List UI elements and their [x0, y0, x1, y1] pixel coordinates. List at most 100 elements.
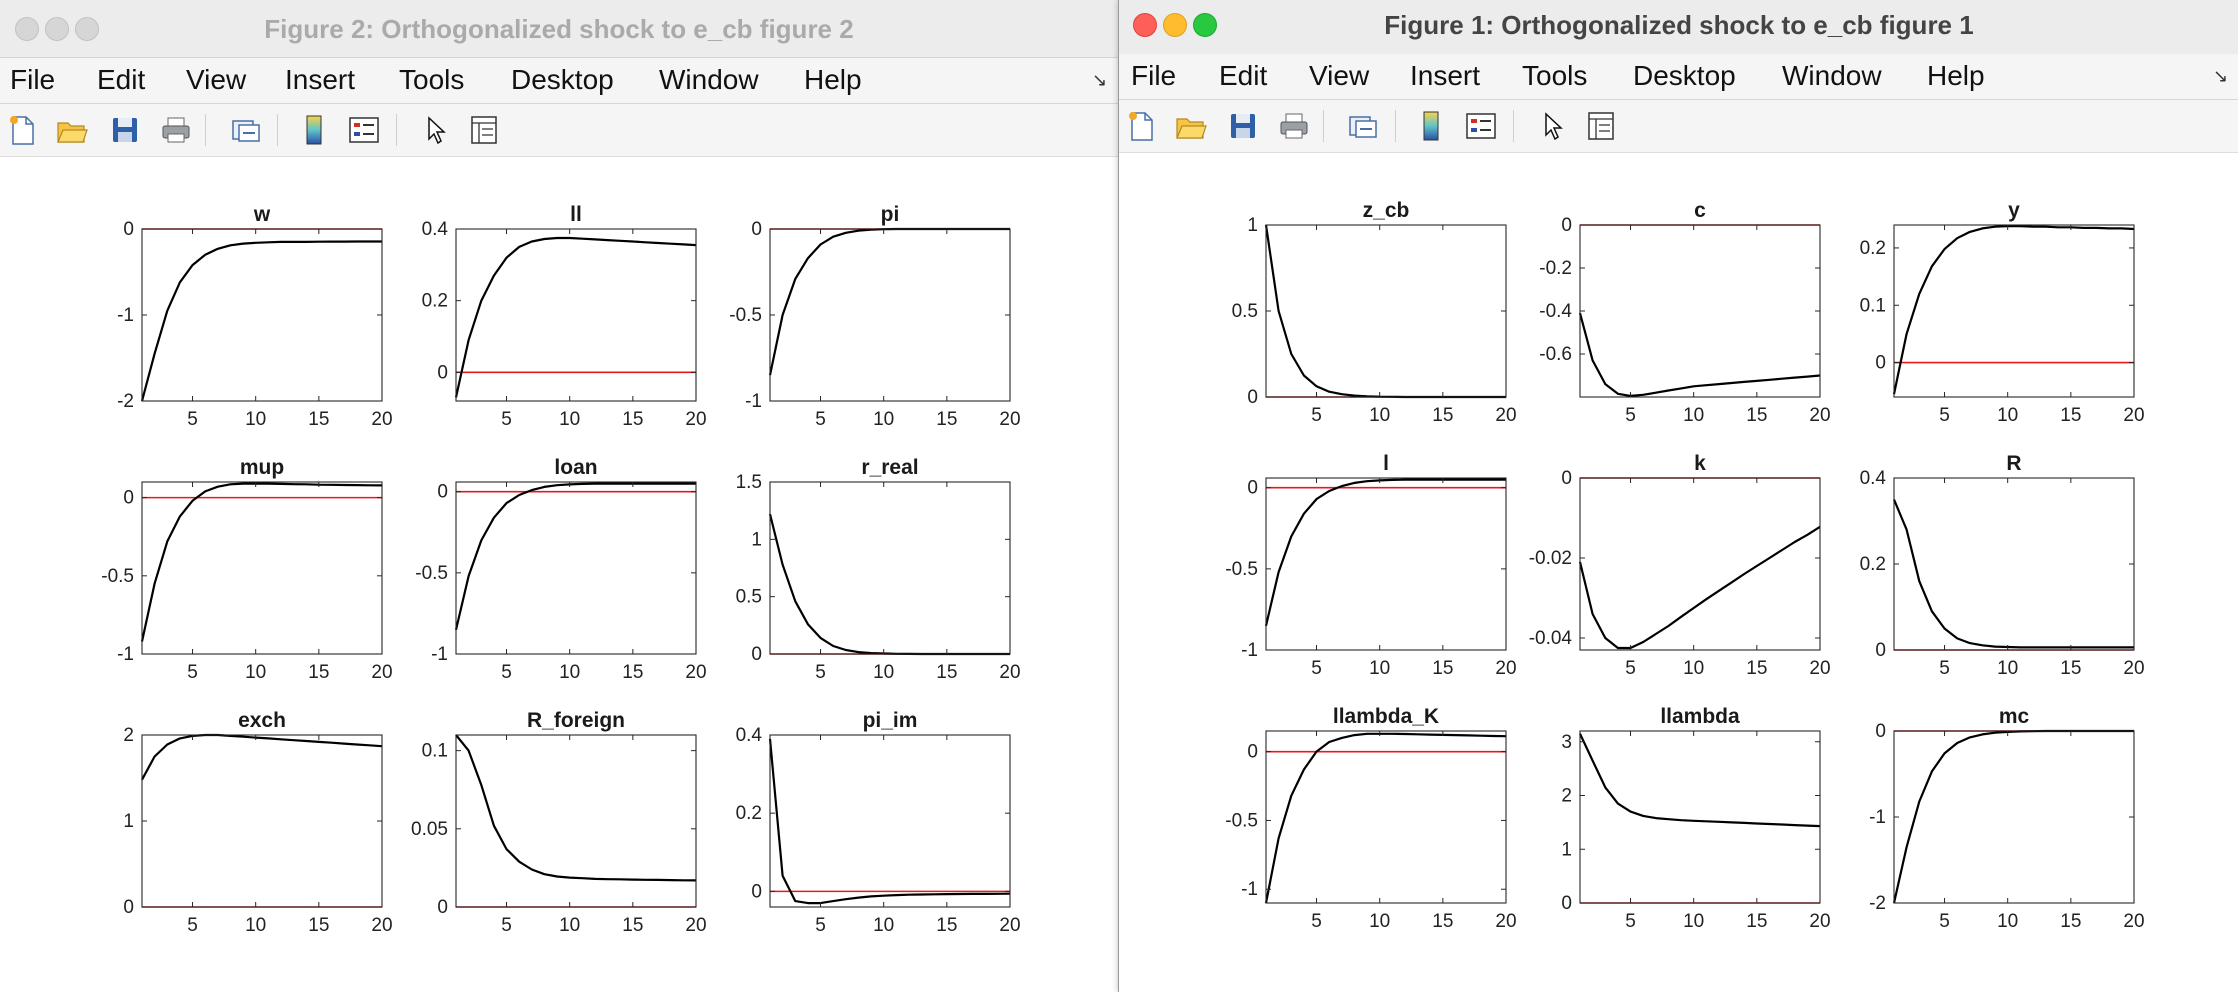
save-icon[interactable]	[1225, 108, 1261, 144]
subplot-k[interactable]: k5 10 15 200-0.02-0.04	[1510, 444, 1831, 684]
x-tick-label: 5	[1625, 658, 1636, 679]
subplot-r-foreign[interactable]: R_foreign5 10 15 200.10.050	[386, 701, 707, 941]
title-bar[interactable]: Figure 2: Orthogonalized shock to e_cb f…	[0, 0, 1118, 58]
toolbar-separator	[1513, 110, 1514, 142]
subplot-l[interactable]: l5 10 15 200-0.5-1	[1196, 444, 1516, 684]
y-tick-label: -1	[1241, 640, 1258, 661]
menu-desktop[interactable]: Desktop	[511, 64, 614, 96]
x-tick-label: 15	[936, 409, 957, 430]
legend-icon[interactable]	[346, 112, 382, 148]
menu-edit[interactable]: Edit	[1219, 60, 1267, 92]
x-tick-label: 20	[2123, 911, 2144, 932]
colorbar-icon[interactable]	[1413, 108, 1449, 144]
menu-insert[interactable]: Insert	[285, 64, 355, 96]
axes-background	[1580, 478, 1820, 650]
menu-help[interactable]: Help	[1927, 60, 1985, 92]
figure-window-1[interactable]: Figure 1: Orthogonalized shock to e_cb f…	[1118, 0, 2238, 992]
legend-icon[interactable]	[1463, 108, 1499, 144]
figure-window-2[interactable]: Figure 2: Orthogonalized shock to e_cb f…	[0, 0, 1118, 992]
y-tick-label: -0.6	[1539, 344, 1572, 365]
y-tick-label: 1	[1561, 839, 1572, 860]
x-tick-label: 5	[501, 915, 512, 936]
axes-background	[770, 482, 1010, 654]
y-tick-label: 0	[751, 644, 762, 665]
x-tick-label: 10	[873, 662, 894, 683]
subplot-z-cb[interactable]: z_cb5 10 15 2010.50	[1196, 191, 1517, 431]
subplot-r-real[interactable]: r_real 5 10 15 20 1.5 1 0.5 0	[700, 448, 1021, 688]
menu-view[interactable]: View	[186, 64, 246, 96]
subplot-mup[interactable]: mup5 10 15 200-0.5-1	[72, 448, 392, 688]
subplot-llambda-k[interactable]: llambda_K5 10 15 200-0.5-1	[1196, 697, 1516, 937]
print-icon[interactable]	[158, 112, 194, 148]
y-tick-label: -0.5	[729, 305, 762, 326]
property-inspector-icon[interactable]	[466, 112, 502, 148]
y-tick-label: 0	[751, 219, 762, 240]
x-tick-label: 15	[1746, 911, 1767, 932]
axes-title: y	[2008, 199, 2020, 222]
x-tick-label: 10	[559, 409, 580, 430]
colorbar-icon[interactable]	[296, 112, 332, 148]
new-figure-icon[interactable]	[1123, 108, 1159, 144]
subplot-llambda[interactable]: llambda5 10 15 203210	[1510, 697, 1830, 937]
x-tick-label: 5	[815, 915, 826, 936]
axes-title: R_foreign	[527, 709, 625, 732]
property-inspector-icon[interactable]	[1583, 108, 1619, 144]
subplot-r[interactable]: R 5 10 15 20 0.4 0.2 0	[1824, 444, 2145, 684]
x-tick-label: 10	[1369, 405, 1390, 426]
menu-desktop[interactable]: Desktop	[1633, 60, 1736, 92]
y-tick-label: 0	[1247, 387, 1258, 408]
x-tick-label: 10	[245, 409, 266, 430]
figure-toolbar	[1119, 100, 2238, 153]
x-tick-label: 15	[2060, 911, 2081, 932]
open-file-icon[interactable]	[1173, 108, 1209, 144]
new-figure-icon[interactable]	[4, 112, 40, 148]
dock-arrow-icon[interactable]: ↘	[1092, 70, 1107, 91]
menu-window[interactable]: Window	[1782, 60, 1882, 92]
print-icon[interactable]	[1276, 108, 1312, 144]
y-tick-label: 0	[1247, 478, 1258, 499]
subplot-w[interactable]: w5 10 15 200-1-2	[72, 195, 392, 435]
title-bar[interactable]: Figure 1: Orthogonalized shock to e_cb f…	[1119, 0, 2238, 58]
y-tick-label: 0.2	[1860, 554, 1886, 575]
menu-help[interactable]: Help	[804, 64, 862, 96]
axes-background	[770, 229, 1010, 401]
x-tick-label: 15	[622, 409, 643, 430]
subplot-pi[interactable]: pi 5 10 15 20 0 -0.5 -1	[700, 195, 1020, 435]
link-icon[interactable]	[1345, 108, 1381, 144]
menu-file[interactable]: File	[1131, 60, 1176, 92]
menu-window[interactable]: Window	[659, 64, 759, 96]
axes-title: z_cb	[1363, 199, 1410, 222]
y-tick-label: 0.2	[736, 803, 762, 824]
x-tick-label: 15	[936, 662, 957, 683]
axes-background	[770, 735, 1010, 907]
subplot-c[interactable]: c5 10 15 200-0.2-0.4-0.6	[1510, 191, 1830, 431]
dock-arrow-icon[interactable]: ↘	[2213, 66, 2228, 87]
y-tick-label: 0	[1247, 742, 1258, 763]
link-icon[interactable]	[228, 112, 264, 148]
axes-title: w	[253, 203, 271, 226]
menu-edit[interactable]: Edit	[97, 64, 145, 96]
save-icon[interactable]	[107, 112, 143, 148]
y-tick-label: 3	[1561, 732, 1572, 753]
toolbar-separator	[205, 114, 206, 146]
y-tick-label: 0	[437, 362, 448, 383]
subplot-ll[interactable]: ll5 10 15 200.40.20	[386, 195, 707, 435]
x-tick-label: 5	[187, 409, 198, 430]
menu-file[interactable]: File	[10, 64, 55, 96]
y-tick-label: 0.2	[1860, 238, 1886, 259]
x-tick-label: 5	[1311, 405, 1322, 426]
menu-insert[interactable]: Insert	[1410, 60, 1480, 92]
menu-view[interactable]: View	[1309, 60, 1369, 92]
subplot-y[interactable]: y 5 10 15 20 0.2 0.1 0	[1824, 191, 2145, 431]
menu-tools[interactable]: Tools	[399, 64, 464, 96]
pointer-icon[interactable]	[418, 112, 454, 148]
y-tick-label: 0.5	[1232, 301, 1258, 322]
y-tick-label: -1	[1869, 807, 1886, 828]
subplot-exch[interactable]: exch5 10 15 20210	[72, 701, 392, 941]
menu-tools[interactable]: Tools	[1522, 60, 1587, 92]
subplot-loan[interactable]: loan5 10 15 200-0.5-1	[386, 448, 706, 688]
pointer-icon[interactable]	[1535, 108, 1571, 144]
open-file-icon[interactable]	[54, 112, 90, 148]
subplot-pi-im[interactable]: pi_im 5 10 15 20 0.4 0.2 0	[700, 701, 1021, 941]
subplot-mc[interactable]: mc 5 10 15 20 0 -1 -2	[1824, 697, 2144, 937]
